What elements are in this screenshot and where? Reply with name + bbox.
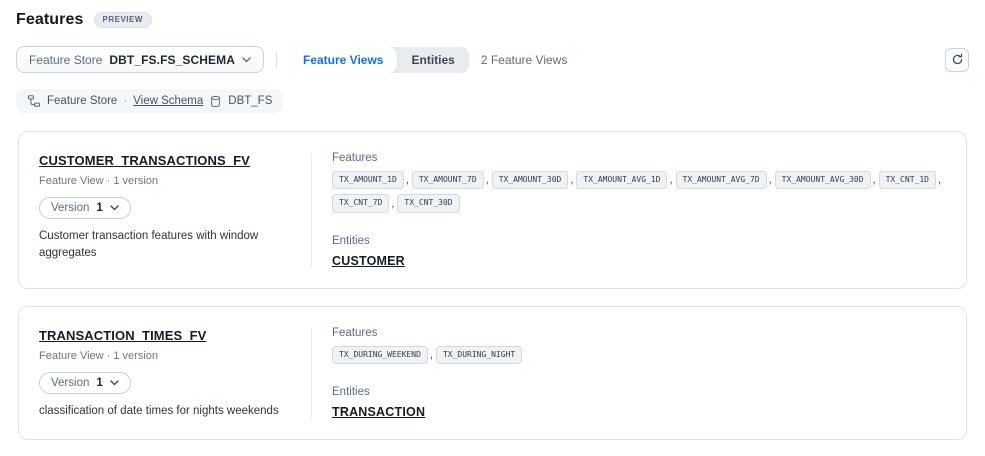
chip-separator: , <box>669 174 672 186</box>
breadcrumb-separator: · <box>123 95 127 107</box>
version-dropdown[interactable]: Version 1 <box>39 197 131 219</box>
feature-chip: TX_AMOUNT_AVG_7D <box>676 171 767 189</box>
features-chip-list: TX_AMOUNT_1D,TX_AMOUNT_7D,TX_AMOUNT_30D,… <box>332 171 946 213</box>
view-schema-link[interactable]: View Schema <box>133 95 203 107</box>
toolbar: Feature Store DBT_FS.FS_SCHEMA Feature V… <box>0 46 985 73</box>
feature-view-description: classification of date times for nights … <box>39 403 297 420</box>
entities-label: Entities <box>332 386 946 398</box>
feature-chip: TX_CNT_30D <box>397 194 459 212</box>
feature-chip: TX_AMOUNT_AVG_30D <box>775 171 871 189</box>
feature-store-icon <box>27 94 41 108</box>
feature-chip: TX_AMOUNT_30D <box>492 171 569 189</box>
chip-separator: , <box>406 174 409 186</box>
entity-link[interactable]: CUSTOMER <box>332 254 946 268</box>
tab-feature-views[interactable]: Feature Views <box>289 47 397 73</box>
breadcrumb-section: Feature Store <box>47 95 117 107</box>
feature-chip: TX_AMOUNT_AVG_1D <box>576 171 667 189</box>
version-dropdown[interactable]: Version 1 <box>39 372 131 394</box>
breadcrumb: Feature Store · View Schema DBT_FS <box>16 89 283 113</box>
refresh-icon <box>951 53 964 66</box>
feature-store-dropdown-label: Feature Store <box>29 53 102 67</box>
database-icon <box>209 95 222 108</box>
version-label: Version <box>51 202 89 214</box>
entities-list: TRANSACTION <box>332 405 946 419</box>
feature-view-card: TRANSACTION_TIMES_FV Feature View · 1 ve… <box>18 306 967 441</box>
cards-container: CUSTOMER_TRANSACTIONS_FV Feature View · … <box>0 131 985 440</box>
feature-chip: TX_DURING_NIGHT <box>436 346 522 364</box>
chip-separator: , <box>391 198 394 210</box>
tab-entities[interactable]: Entities <box>397 47 468 73</box>
chip-separator: , <box>570 174 573 186</box>
feature-view-subtitle: Feature View · 1 version <box>39 350 311 362</box>
feature-view-description: Customer transaction features with windo… <box>39 228 297 261</box>
features-chip-list: TX_DURING_WEEKEND,TX_DURING_NIGHT <box>332 346 946 364</box>
chevron-down-icon <box>110 205 119 211</box>
entities-list: CUSTOMER <box>332 254 946 268</box>
feature-chip: TX_CNT_1D <box>879 171 936 189</box>
card-right-column: Features TX_DURING_WEEKEND,TX_DURING_NIG… <box>312 327 946 420</box>
feature-chip: TX_CNT_7D <box>332 194 389 212</box>
card-left-column: TRANSACTION_TIMES_FV Feature View · 1 ve… <box>39 327 311 420</box>
feature-store-dropdown-value: DBT_FS.FS_SCHEMA <box>109 53 235 67</box>
page-title: Features <box>16 11 84 29</box>
features-label: Features <box>332 327 946 339</box>
chip-separator: , <box>873 174 876 186</box>
feature-chip: TX_DURING_WEEKEND <box>332 346 428 364</box>
card-right-column: Features TX_AMOUNT_1D,TX_AMOUNT_7D,TX_AM… <box>312 152 946 268</box>
feature-view-subtitle: Feature View · 1 version <box>39 175 311 187</box>
refresh-button[interactable] <box>945 48 969 72</box>
features-label: Features <box>332 152 946 164</box>
feature-store-dropdown[interactable]: Feature Store DBT_FS.FS_SCHEMA <box>16 46 264 73</box>
feature-chip: TX_AMOUNT_1D <box>332 171 404 189</box>
chip-separator: , <box>769 174 772 186</box>
entities-label: Entities <box>332 235 946 247</box>
card-left-column: CUSTOMER_TRANSACTIONS_FV Feature View · … <box>39 152 311 268</box>
chip-separator: , <box>430 349 433 361</box>
version-label: Version <box>51 377 89 389</box>
version-value: 1 <box>96 377 102 389</box>
preview-badge: PREVIEW <box>94 12 152 28</box>
chevron-down-icon <box>242 57 251 63</box>
chip-separator: , <box>486 174 489 186</box>
chevron-down-icon <box>110 380 119 386</box>
feature-views-count: 2 Feature Views <box>481 53 568 67</box>
page-header: Features PREVIEW <box>0 0 985 29</box>
entity-link[interactable]: TRANSACTION <box>332 405 946 419</box>
view-mode-tabs: Feature Views Entities <box>289 47 469 73</box>
chip-separator: , <box>938 174 941 186</box>
feature-view-title-link[interactable]: CUSTOMER_TRANSACTIONS_FV <box>39 153 250 168</box>
version-value: 1 <box>96 202 102 214</box>
feature-chip: TX_AMOUNT_7D <box>412 171 484 189</box>
toolbar-divider <box>276 52 277 68</box>
feature-view-card: CUSTOMER_TRANSACTIONS_FV Feature View · … <box>18 131 967 289</box>
breadcrumb-database: DBT_FS <box>228 95 272 107</box>
feature-view-title-link[interactable]: TRANSACTION_TIMES_FV <box>39 328 206 343</box>
